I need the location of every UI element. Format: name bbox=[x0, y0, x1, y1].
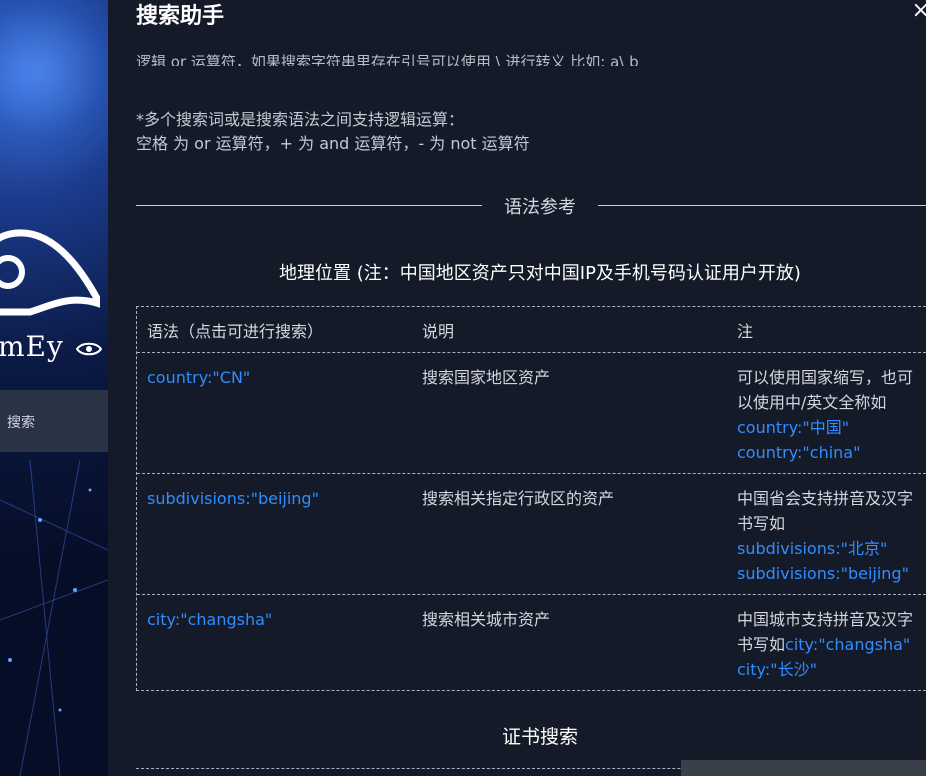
table-row: country:"CN" 搜索国家地区资产 可以使用国家缩写，也可 以使用中/英… bbox=[137, 353, 926, 474]
search-helper-dialog: 搜索助手 × 逻辑 or 运算符，如果搜索字符串里存在引号可以使用 \ 进行转义… bbox=[108, 0, 926, 776]
row-description: 搜索相关城市资产 bbox=[422, 610, 551, 629]
section-divider-label: 语法参考 bbox=[504, 197, 576, 218]
note-example-link[interactable]: country:"china" bbox=[737, 440, 926, 465]
row-note: 中国省会支持拼音及汉字 书写如 subdivisions:"北京" subdiv… bbox=[737, 474, 926, 586]
geo-syntax-table: 语法（点击可进行搜索） 说明 注 country:"CN" 搜索国家地区资产 可… bbox=[136, 306, 926, 691]
note-text: 中国省会支持拼音及汉字 bbox=[737, 489, 914, 508]
cert-section-title: 证书搜索 bbox=[501, 726, 578, 748]
table-row: subdivisions:"beijing" 搜索相关指定行政区的资产 中国省会… bbox=[137, 474, 926, 595]
brand-name: mEy bbox=[0, 330, 102, 363]
eye-icon bbox=[75, 342, 102, 355]
note-example-link[interactable]: city:"长沙" bbox=[737, 657, 926, 682]
divider bbox=[136, 205, 482, 206]
escape-hint-text: 逻辑 or 运算符，如果搜索字符串里存在引号可以使用 \ 进行转义 比如: a\… bbox=[136, 53, 639, 66]
logic-operators-line: 空格 为 or 运算符，+ 为 and 运算符，- 为 not 运算符 bbox=[136, 134, 530, 153]
bottom-overlay-bar bbox=[681, 760, 926, 776]
network-decoration bbox=[0, 460, 108, 776]
row-description: 搜索相关指定行政区的资产 bbox=[422, 489, 615, 508]
sidebar-item-search[interactable]: 搜索 bbox=[0, 390, 108, 452]
row-note: 中国城市支持拼音及汉字 书写如city:"changsha" city:"长沙" bbox=[737, 595, 926, 682]
close-icon[interactable]: × bbox=[912, 0, 926, 22]
note-example-link[interactable]: subdivisions:"beijing" bbox=[737, 561, 926, 586]
table-row: city:"changsha" 搜索相关城市资产 中国城市支持拼音及汉字 书写如… bbox=[137, 595, 926, 690]
row-note: 可以使用国家缩写，也可 以使用中/英文全称如 country:"中国" coun… bbox=[737, 353, 926, 465]
sidebar-item-label: 搜索 bbox=[7, 415, 35, 431]
background-panel: mEy 搜索 bbox=[0, 0, 108, 776]
note-example-link[interactable]: city:"changsha" bbox=[785, 635, 910, 654]
syntax-link[interactable]: subdivisions:"beijing" bbox=[147, 474, 407, 511]
header-syntax: 语法（点击可进行搜索） bbox=[147, 322, 324, 341]
note-text: 书写如 bbox=[737, 635, 786, 654]
header-note: 注 bbox=[737, 322, 754, 341]
background-glow bbox=[0, 0, 108, 180]
row-description: 搜索国家地区资产 bbox=[422, 368, 551, 387]
logic-hint-line: *多个搜索词或是搜索语法之间支持逻辑运算： bbox=[136, 110, 465, 129]
divider bbox=[598, 205, 926, 206]
logo-icon bbox=[0, 229, 100, 316]
note-text: 中国城市支持拼音及汉字 bbox=[737, 610, 914, 629]
syntax-link[interactable]: country:"CN" bbox=[147, 353, 407, 390]
syntax-link[interactable]: city:"changsha" bbox=[147, 595, 407, 632]
note-example-link[interactable]: subdivisions:"北京" bbox=[737, 536, 926, 561]
note-text: 可以使用国家缩写，也可 bbox=[737, 368, 914, 387]
note-example-link[interactable]: country:"中国" bbox=[737, 415, 926, 440]
geo-section-title: 地理位置 (注：中国地区资产只对中国IP及手机号码认证用户开放) bbox=[279, 263, 801, 284]
note-text: 以使用中/英文全称如 bbox=[737, 393, 887, 412]
note-text: 书写如 bbox=[737, 514, 786, 533]
dialog-title: 搜索助手 bbox=[136, 4, 225, 29]
header-description: 说明 bbox=[422, 322, 455, 341]
table-header-row: 语法（点击可进行搜索） 说明 注 bbox=[137, 307, 926, 353]
